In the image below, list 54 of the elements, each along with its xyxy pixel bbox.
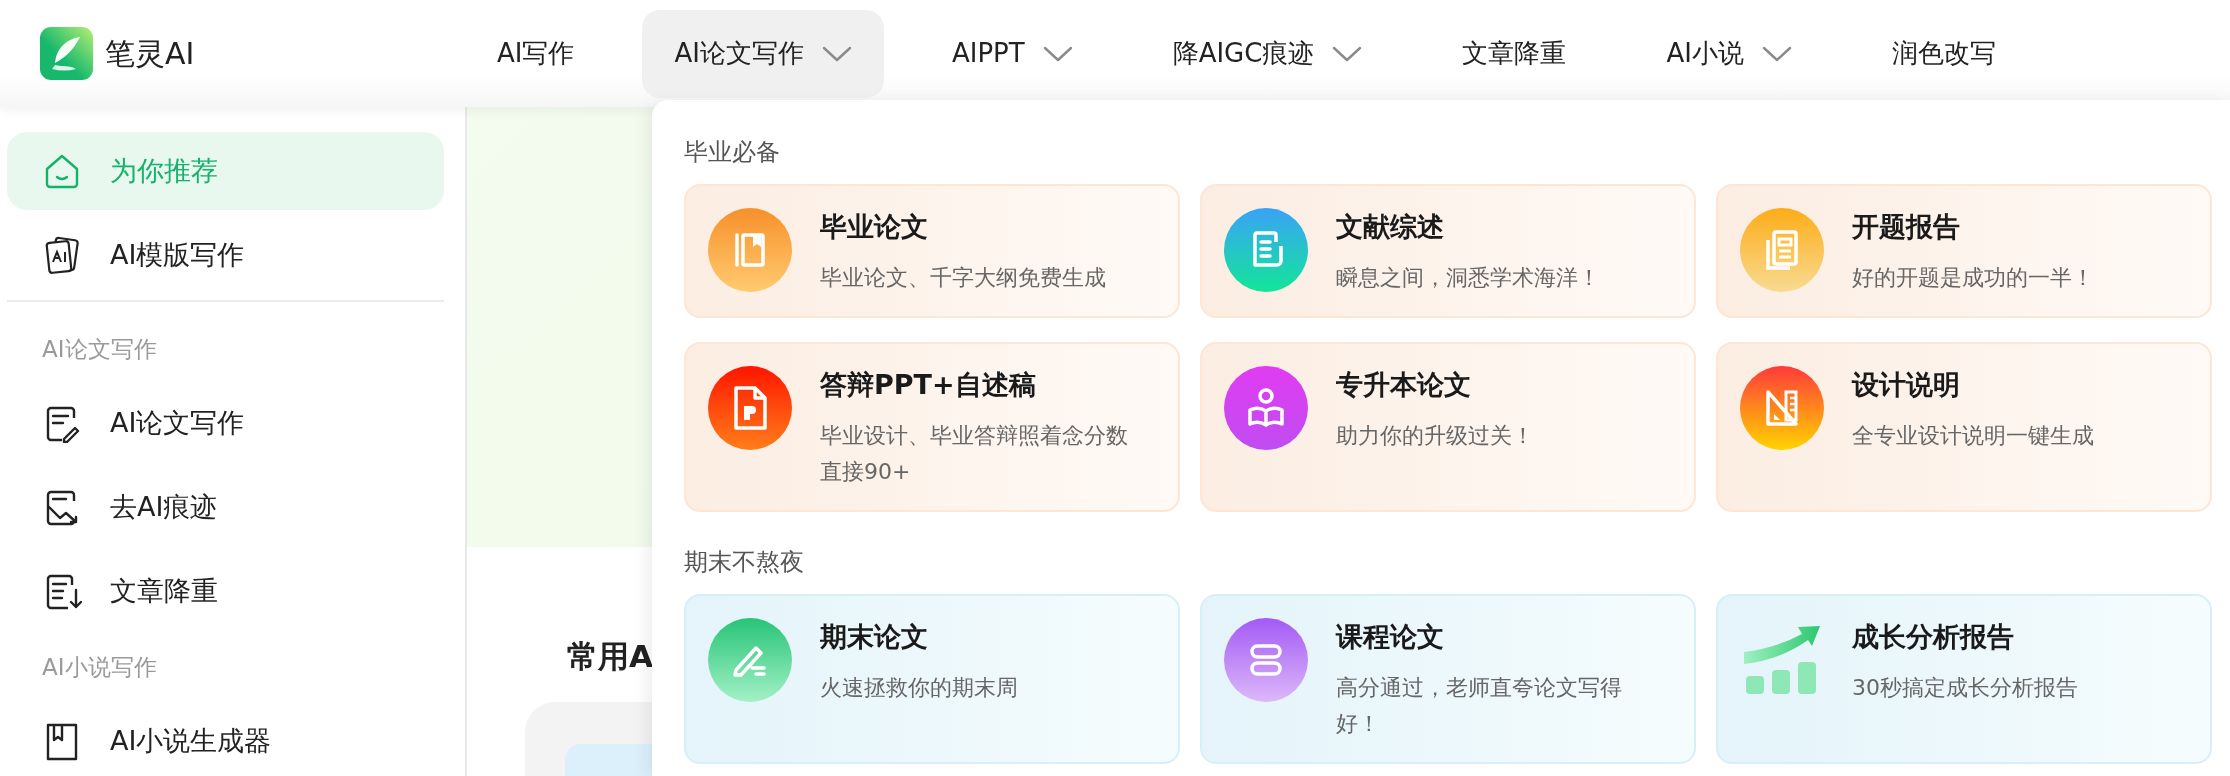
card-description: 全专业设计说明一键生成 [1852,422,2094,450]
nav-tab[interactable]: 文章降重 [1430,9,1599,98]
sidebar-item[interactable]: 去AI痕迹 [7,468,444,546]
card-title: 文献综述 [1336,210,1445,244]
section-label: AI论文写作 [41,335,158,364]
card-description: 助力你的升级过关！ [1336,422,1534,450]
nav-tab[interactable]: AI论文写作 [642,9,884,98]
card-title: 开题报告 [1852,210,1961,244]
sidebar-item[interactable]: 文章降重 [7,552,444,630]
books-icon [1224,618,1308,702]
card-description: 30秒搞定成长分析报告 [1852,674,2078,702]
nav-tab[interactable]: 润色改写 [1859,9,2028,98]
section-label: 毕业必备 [684,137,781,168]
stacked-pages-icon [1740,208,1824,292]
section-label: 期末不熬夜 [684,547,805,578]
feature-card[interactable]: 成长分析报告 30秒搞定成长分析报告 [1716,594,2212,764]
logo-text: 笔灵AI [105,35,195,73]
slide-file-icon [708,366,792,450]
section-heading: 常用A [567,637,653,676]
nav-tab[interactable]: AI写作 [465,9,607,98]
ruler-icon [1740,366,1824,450]
scroll-document-icon [1224,208,1308,292]
nav-tab[interactable]: 降AIGC痕迹 [1140,9,1395,98]
sidebar-item[interactable]: AI论文写作 [7,384,444,462]
sidebar-item[interactable]: AI小说生成器 [7,702,444,776]
feature-card[interactable]: 文献综述 瞬息之间，洞悉学术海洋！ [1200,184,1696,318]
feature-card[interactable]: 毕业论文 毕业论文、千字大纲免费生成 [684,184,1180,318]
pencil-icon [708,618,792,702]
card-description: 高分通过，老师直夸论文写得好！ [1336,674,1623,738]
card-title: 期末论文 [820,620,929,654]
logo-icon [40,27,93,80]
feature-card[interactable]: 课程论文 高分通过，老师直夸论文写得好！ [1200,594,1696,764]
feature-card[interactable]: 设计说明 全专业设计说明一键生成 [1716,342,2212,512]
card-description: 毕业设计、毕业答辩照着念分数直接90+ [820,422,1129,486]
nav-tab[interactable]: AI小说 [1634,9,1824,98]
section-label: AI小说写作 [41,653,158,682]
nav-tab[interactable]: AIPPT [919,9,1105,98]
card-description: 好的开题是成功的一半！ [1852,264,2094,292]
card-title: 课程论文 [1336,620,1445,654]
feature-card[interactable]: 开题报告 好的开题是成功的一半！ [1716,184,2212,318]
card-title: 成长分析报告 [1852,620,2015,654]
feature-card[interactable]: 答辩PPT+自述稿 毕业设计、毕业答辩照着念分数直接90+ [684,342,1180,512]
card-title: 专升本论文 [1336,368,1472,402]
feature-card[interactable]: 专升本论文 助力你的升级过关！ [1200,342,1696,512]
card-description: 毕业论文、千字大纲免费生成 [820,264,1106,292]
sidebar-item[interactable]: AI模版写作 [7,216,444,294]
card-title: 毕业论文 [820,210,929,244]
card-description: 火速拯救你的期末周 [820,674,1018,702]
reader-icon [1224,366,1308,450]
card-title: 答辩PPT+自述稿 [820,368,1037,402]
bookmark-page-icon [708,208,792,292]
feature-card[interactable]: 期末论文 火速拯救你的期末周 [684,594,1180,764]
card-description: 瞬息之间，洞悉学术海洋！ [1336,264,1600,292]
card-title: 设计说明 [1852,368,1961,402]
